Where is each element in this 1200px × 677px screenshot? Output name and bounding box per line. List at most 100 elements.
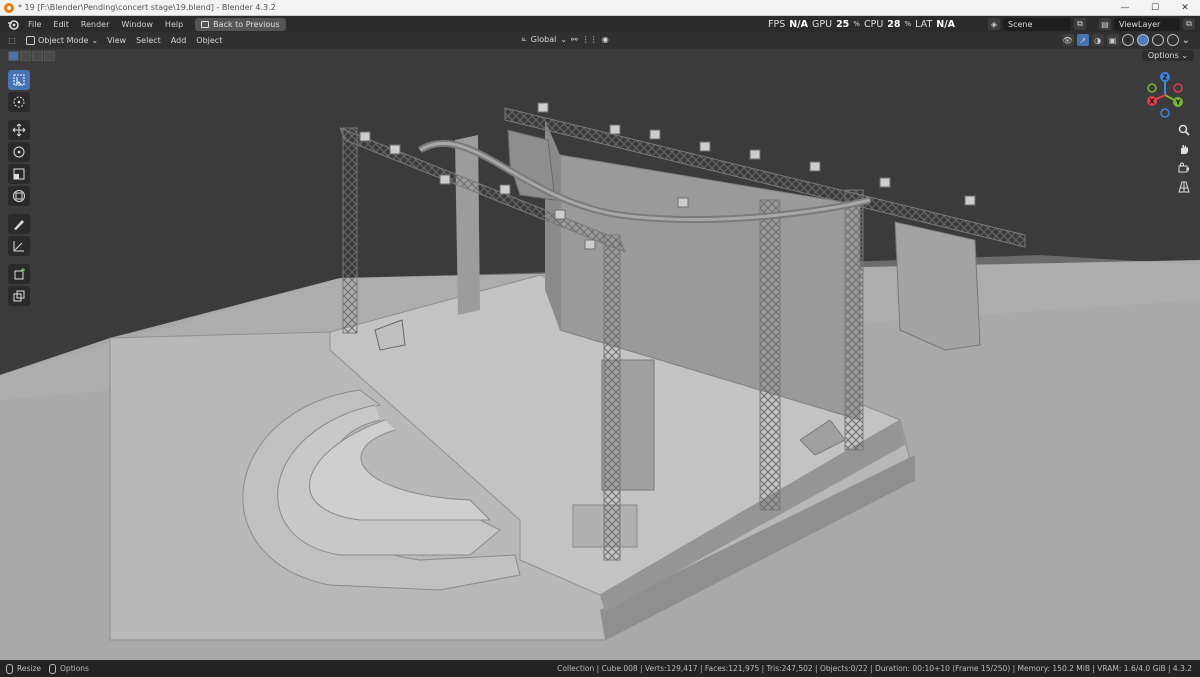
menu-object[interactable]: Object: [191, 36, 227, 45]
pan-icon[interactable]: [1176, 141, 1192, 157]
concert-stage-scene: [0, 102, 1200, 660]
speaker-array-right: [894, 221, 981, 351]
window-controls: — ☐ ✕: [1110, 0, 1200, 16]
z-axis-label: Z: [1162, 74, 1167, 82]
back-pillar: [455, 135, 480, 315]
annotate-icon[interactable]: [8, 214, 30, 234]
tool-shelf: [7, 70, 31, 306]
scene-name: Scene: [1008, 19, 1033, 29]
zoom-icon[interactable]: [1176, 122, 1192, 138]
visibility-icon[interactable]: 👁: [1061, 34, 1074, 46]
maximize-button[interactable]: ☐: [1140, 0, 1170, 16]
top-menubar: File Edit Render Window Help Back to Pre…: [0, 16, 1200, 32]
menu-add[interactable]: Add: [166, 36, 192, 45]
snap-icon[interactable]: ⋮⋮: [582, 35, 598, 44]
orientation-label[interactable]: Global: [531, 35, 557, 44]
lat-value: N/A: [936, 18, 956, 30]
xray-icon[interactable]: ▣: [1106, 34, 1119, 46]
extrude-icon[interactable]: [8, 286, 30, 306]
gpu-label: GPU: [812, 18, 833, 30]
view-layer-icon[interactable]: ▤: [1099, 18, 1111, 30]
cursor-icon[interactable]: [8, 92, 30, 112]
solid-shading-button[interactable]: [1136, 34, 1149, 46]
navigation-buttons: [1176, 122, 1192, 195]
gpu-value: 25: [836, 18, 850, 30]
menu-file[interactable]: File: [22, 20, 47, 29]
camera-view-icon[interactable]: [1176, 160, 1192, 176]
mode-label: Object Mode: [38, 36, 89, 45]
chevron-down-icon: ⌄: [560, 34, 568, 44]
transform-icon[interactable]: [8, 186, 30, 206]
menu-window[interactable]: Window: [115, 20, 159, 29]
scene-statistics: Collection | Cube.008 | Verts:129,417 | …: [557, 664, 1192, 673]
menu-select[interactable]: Select: [131, 36, 166, 45]
3d-viewport[interactable]: [0, 49, 1200, 660]
truss-tower-right: [844, 189, 864, 451]
scene-field[interactable]: Scene: [1003, 17, 1071, 31]
scale-icon[interactable]: [8, 164, 30, 184]
back-to-previous-button[interactable]: Back to Previous: [195, 17, 286, 31]
truss-tower-center: [603, 234, 621, 561]
chevron-down-icon: ⌄: [91, 36, 99, 45]
options-label: Options: [1147, 51, 1179, 60]
navigation-gizmo[interactable]: Z Y X: [1140, 70, 1190, 120]
new-view-layer-icon[interactable]: ⧉: [1183, 18, 1195, 30]
performance-readout: FPS N/A GPU 25% CPU 28% LAT N/A: [768, 16, 955, 32]
blender-logo-icon: [4, 2, 14, 13]
material-shading-button[interactable]: [1151, 34, 1164, 46]
move-icon[interactable]: [8, 120, 30, 140]
select-subtract-icon[interactable]: [32, 51, 43, 61]
select-box-icon[interactable]: [8, 70, 30, 90]
menu-render[interactable]: Render: [75, 20, 115, 29]
truss-tower-mid: [759, 199, 781, 511]
ortho-grid-icon[interactable]: [1176, 179, 1192, 195]
select-intersect-icon[interactable]: [44, 51, 55, 61]
fps-label: FPS: [768, 18, 786, 30]
chevron-down-icon[interactable]: ⌄: [1182, 35, 1190, 46]
wireframe-shading-button[interactable]: [1121, 34, 1134, 46]
select-extend-icon[interactable]: [20, 51, 31, 61]
editor-type-icon[interactable]: ⬚: [6, 35, 18, 47]
blender-menu-icon[interactable]: [6, 18, 20, 30]
scene-selector: ◈ Scene ⧉ ▤ ViewLayer ⧉: [988, 17, 1195, 31]
cpu-unit: %: [904, 20, 912, 28]
options-dropdown[interactable]: Options ⌄: [1141, 50, 1194, 61]
fps-value: N/A: [789, 18, 809, 30]
selection-mode-buttons: [8, 51, 55, 61]
menu-view[interactable]: View: [102, 36, 131, 45]
gizmo-toggle-icon[interactable]: ↗: [1076, 34, 1089, 46]
select-new-icon[interactable]: [8, 51, 19, 61]
back-to-previous-label: Back to Previous: [213, 19, 280, 29]
window-titlebar: * 19 [F:\Blender\Pending\concert stage\1…: [0, 0, 1200, 16]
pivot-icon[interactable]: ⚯: [571, 35, 578, 44]
mouse-left-icon: [6, 663, 13, 674]
scene-icon[interactable]: ◈: [988, 18, 1000, 30]
transform-orientation: ⟀ Global ⌄ ⚯ ⋮⋮ ◉: [522, 34, 609, 44]
cpu-value: 28: [887, 18, 901, 30]
x-axis-label: X: [1149, 98, 1155, 106]
status-resize: Resize: [17, 664, 42, 673]
minimize-button[interactable]: —: [1110, 0, 1140, 16]
overlays-icon[interactable]: ◑: [1091, 34, 1104, 46]
measure-icon[interactable]: [8, 236, 30, 256]
object-mode-icon: [26, 36, 35, 45]
window-title: * 19 [F:\Blender\Pending\concert stage\1…: [18, 3, 276, 12]
cpu-label: CPU: [863, 18, 884, 30]
rendered-shading-button[interactable]: [1166, 34, 1179, 46]
screen-icon: [201, 20, 210, 28]
proportional-edit-icon[interactable]: ◉: [602, 35, 609, 44]
mode-dropdown[interactable]: Object Mode ⌄: [22, 34, 102, 47]
truss-tower-left: [342, 127, 358, 334]
rotate-icon[interactable]: [8, 142, 30, 162]
menu-help[interactable]: Help: [159, 20, 189, 29]
view-layer-field[interactable]: ViewLayer: [1114, 17, 1180, 31]
y-axis-label: Y: [1174, 99, 1181, 107]
orientation-icon: ⟀: [522, 34, 527, 43]
view-layer-name: ViewLayer: [1119, 19, 1161, 29]
new-scene-icon[interactable]: ⧉: [1074, 18, 1086, 30]
gpu-unit: %: [853, 20, 860, 28]
menu-edit[interactable]: Edit: [47, 20, 75, 29]
status-options: Options: [60, 664, 89, 673]
add-cube-icon[interactable]: [8, 264, 30, 284]
close-button[interactable]: ✕: [1170, 0, 1200, 16]
